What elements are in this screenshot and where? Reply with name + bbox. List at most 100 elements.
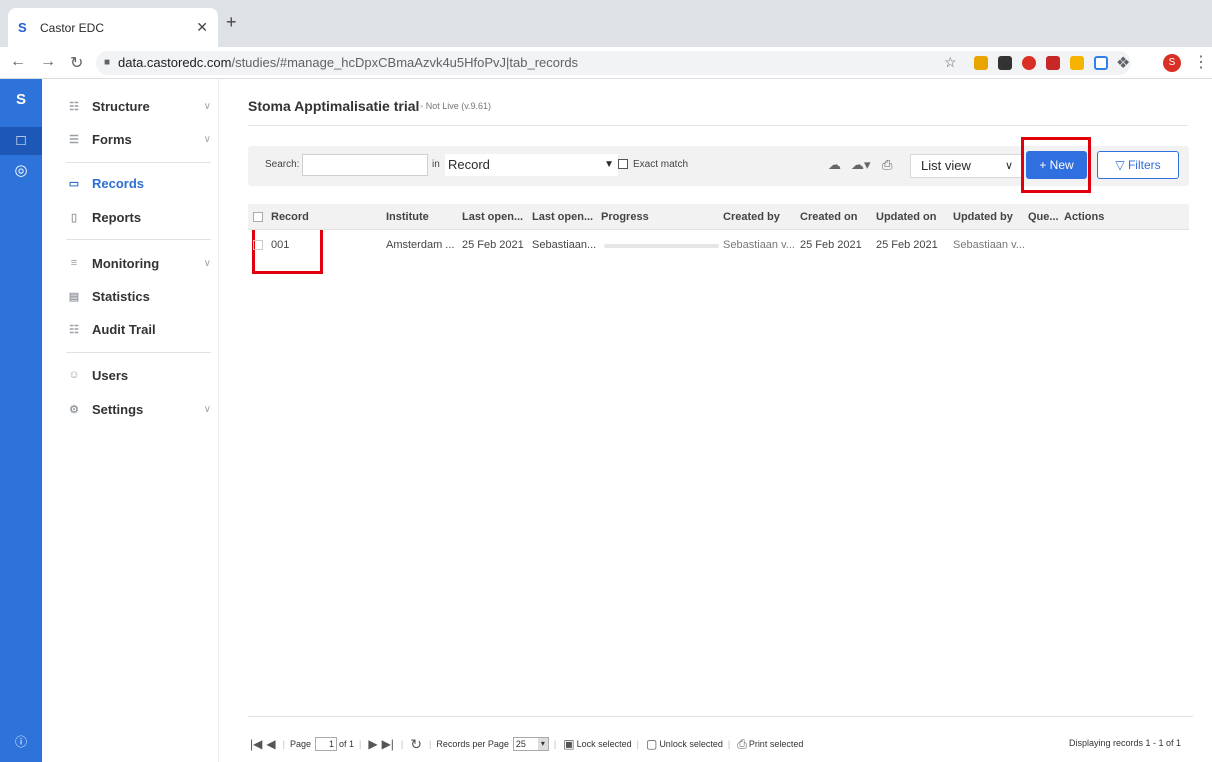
sidebar-item-users[interactable]: ☺ Users bbox=[66, 362, 211, 388]
records-per-page-select[interactable]: 25 ▾ bbox=[512, 737, 549, 751]
search-field-select[interactable]: Record ▼ bbox=[445, 154, 618, 176]
download-cloud-icon[interactable]: ☁▾ bbox=[851, 157, 871, 173]
extension-icon[interactable] bbox=[1094, 56, 1108, 70]
audit-trail-icon: ☷ bbox=[69, 323, 79, 336]
print-selected-button[interactable]: Print selected bbox=[749, 739, 804, 749]
sidebar-item-audit-trail[interactable]: ☷ Audit Trail bbox=[66, 316, 211, 342]
table-row[interactable]: 001 Amsterdam ... 25 Feb 2021 Sebastiaan… bbox=[248, 231, 1189, 261]
new-tab-icon[interactable]: + bbox=[226, 12, 237, 33]
extension-icon[interactable] bbox=[1070, 56, 1084, 70]
browser-toolbar: ← → ↻ ■ data.castoredc.com/studies/#mana… bbox=[0, 47, 1212, 79]
lock-icon: ▣ bbox=[563, 737, 575, 751]
dropdown-arrow-icon: ▾ bbox=[537, 738, 548, 750]
filters-button[interactable]: ▽ Filters bbox=[1097, 151, 1179, 179]
pager-separator: | bbox=[358, 739, 362, 749]
sidebar-item-records[interactable]: ▭ Records bbox=[66, 170, 211, 196]
browser-menu-icon[interactable]: ⋮ bbox=[1193, 52, 1209, 72]
cell-record-id[interactable]: 001 bbox=[271, 239, 289, 251]
lock-selected-button[interactable]: Lock selected bbox=[577, 739, 632, 749]
view-mode-select[interactable]: List view ∨ bbox=[910, 154, 1022, 178]
extensions-puzzle-icon[interactable]: ❖ bbox=[1116, 53, 1130, 73]
dropdown-arrow-icon: ▼ bbox=[604, 159, 614, 170]
select-all-checkbox[interactable] bbox=[253, 212, 263, 222]
settings-icon: ⚙ bbox=[69, 403, 79, 416]
column-header-created-on[interactable]: Created on bbox=[800, 211, 857, 223]
adblock-icon[interactable] bbox=[1022, 56, 1036, 70]
records-panel: Stoma Apptimalisatie trial ◦ Not Live (v… bbox=[219, 79, 1212, 762]
print-icon[interactable]: ⎙ bbox=[882, 157, 892, 173]
upload-cloud-icon[interactable]: ☁ bbox=[828, 157, 841, 173]
sidebar-item-label: Forms bbox=[92, 131, 132, 147]
column-header-record[interactable]: Record bbox=[271, 211, 309, 223]
column-header-last-opened-on[interactable]: Last open... bbox=[462, 211, 523, 223]
column-header-updated-on[interactable]: Updated on bbox=[876, 211, 937, 223]
bookmark-star-icon[interactable]: ☆ bbox=[944, 54, 957, 71]
page-label: Page bbox=[289, 739, 311, 749]
app-rail: S □ ◎ ⓘ bbox=[0, 79, 42, 762]
view-mode-value: List view bbox=[921, 158, 971, 173]
cell-institute: Amsterdam ... bbox=[386, 239, 455, 251]
column-header-created-by[interactable]: Created by bbox=[723, 211, 780, 223]
column-header-updated-by[interactable]: Updated by bbox=[953, 211, 1013, 223]
sidebar-item-statistics[interactable]: ▤ Statistics bbox=[66, 283, 211, 309]
exact-match-label: Exact match bbox=[633, 159, 689, 170]
sidebar-item-label: Statistics bbox=[92, 288, 150, 304]
study-sidebar: ☷ Structure ∨ ☰ Forms ∨ ▭ Records ▯ Repo… bbox=[42, 79, 219, 762]
cell-last-opened-on: 25 Feb 2021 bbox=[462, 239, 524, 251]
row-checkbox[interactable] bbox=[253, 240, 263, 250]
reload-icon[interactable]: ↻ bbox=[70, 53, 83, 73]
search-label: Search: bbox=[265, 159, 300, 170]
search-input[interactable] bbox=[302, 154, 428, 176]
back-icon[interactable]: ← bbox=[10, 53, 26, 71]
footer-divider bbox=[248, 716, 1193, 717]
cell-last-opened-by: Sebastiaan... bbox=[532, 239, 597, 251]
pager-separator: | bbox=[282, 739, 285, 749]
pager-separator: | bbox=[727, 739, 731, 749]
sidebar-item-settings[interactable]: ⚙ Settings ∨ bbox=[66, 396, 211, 422]
filters-label: Filters bbox=[1127, 158, 1161, 172]
column-header-progress[interactable]: Progress bbox=[601, 211, 649, 223]
extension-icon[interactable] bbox=[1046, 56, 1060, 70]
account-icon[interactable]: ◎ bbox=[0, 161, 42, 179]
sidebar-item-reports[interactable]: ▯ Reports bbox=[66, 204, 211, 230]
unlock-selected-button[interactable]: Unlock selected bbox=[659, 739, 723, 749]
exact-match-checkbox[interactable] bbox=[618, 159, 628, 169]
pagination-bar: |◀ ◀ | Page 1 of 1 | ▶ ▶| | ↻ | Records … bbox=[248, 735, 803, 753]
filter-funnel-icon: ▽ bbox=[1115, 158, 1125, 172]
help-icon[interactable]: ⓘ bbox=[0, 733, 42, 750]
column-header-last-opened-by[interactable]: Last open... bbox=[532, 211, 593, 223]
extension-icon[interactable] bbox=[998, 56, 1012, 70]
sidebar-item-label: Structure bbox=[92, 98, 150, 114]
browser-tab[interactable]: S Castor EDC ✕ bbox=[8, 8, 218, 47]
sidebar-item-label: Records bbox=[92, 175, 145, 191]
castor-logo-icon[interactable]: S bbox=[0, 91, 42, 108]
next-page-icon[interactable]: ▶ bbox=[368, 737, 377, 751]
studies-icon[interactable]: □ bbox=[0, 127, 42, 155]
search-in-label: in bbox=[432, 159, 440, 170]
column-header-actions: Actions bbox=[1064, 211, 1105, 223]
chevron-down-icon: ∨ bbox=[203, 403, 211, 415]
refresh-icon[interactable]: ↻ bbox=[410, 736, 422, 753]
records-per-page-value: 25 bbox=[515, 739, 526, 749]
cell-updated-on: 25 Feb 2021 bbox=[876, 239, 938, 251]
print-icon: ⎙ bbox=[737, 736, 747, 751]
last-page-icon[interactable]: ▶| bbox=[382, 737, 394, 751]
previous-page-icon[interactable]: ◀ bbox=[266, 737, 275, 751]
first-page-icon[interactable]: |◀ bbox=[250, 737, 262, 751]
pager-separator: | bbox=[400, 739, 404, 749]
progress-bar bbox=[604, 244, 719, 248]
forward-icon[interactable]: → bbox=[40, 53, 56, 71]
sidebar-divider bbox=[66, 352, 211, 353]
profile-avatar[interactable]: S bbox=[1163, 54, 1181, 72]
column-header-institute[interactable]: Institute bbox=[386, 211, 429, 223]
extension-icon[interactable] bbox=[974, 56, 988, 70]
sidebar-item-structure[interactable]: ☷ Structure ∨ bbox=[66, 93, 211, 119]
pager-separator: | bbox=[636, 739, 639, 749]
displaying-records-text: Displaying records 1 - 1 of 1 bbox=[1069, 738, 1182, 748]
close-tab-icon[interactable]: ✕ bbox=[196, 19, 208, 36]
sidebar-item-forms[interactable]: ☰ Forms ∨ bbox=[66, 126, 211, 152]
column-header-queries[interactable]: Que... bbox=[1028, 211, 1059, 223]
sidebar-item-monitoring[interactable]: ≡ Monitoring ∨ bbox=[66, 250, 211, 276]
sidebar-item-label: Settings bbox=[92, 401, 144, 417]
page-number-input[interactable]: 1 bbox=[314, 737, 337, 751]
